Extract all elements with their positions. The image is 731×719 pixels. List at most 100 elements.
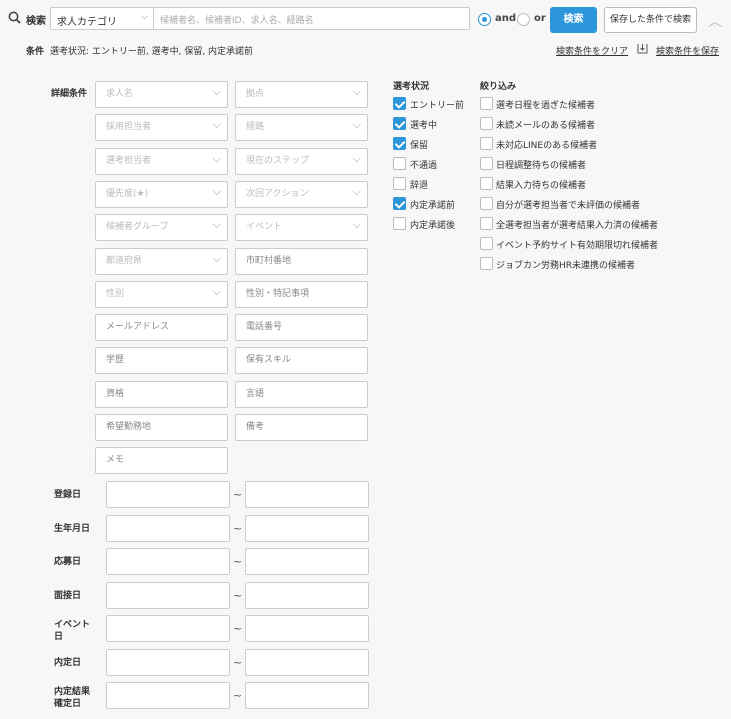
filter-checkbox[interactable] xyxy=(480,117,493,130)
field-input[interactable]: 希望勤務地 xyxy=(95,414,228,441)
date-range-label: 面接日 xyxy=(54,591,82,601)
filter-checkbox-label: 結果入力待ちの候補者 xyxy=(496,181,587,191)
filter-checkbox-label: 日程調整待ちの候補者 xyxy=(496,161,587,171)
filter-checkbox-label: 未対応LINEのある候補者 xyxy=(496,141,598,151)
field-input[interactable]: 資格 xyxy=(95,381,228,408)
range-tilde: ~ xyxy=(233,555,243,568)
date-range-label: 内定結果 確定日 xyxy=(54,687,91,709)
filter-checkbox[interactable] xyxy=(480,97,493,110)
filter-checkbox[interactable] xyxy=(480,157,493,170)
field-select[interactable]: 採用担当者 xyxy=(95,112,228,141)
field-input[interactable]: メモ xyxy=(95,447,228,474)
status-checkbox-label: 辞退 xyxy=(410,181,429,191)
date-range-label: 登録日 xyxy=(54,490,82,500)
status-checkbox[interactable] xyxy=(393,117,406,130)
or-radio[interactable] xyxy=(517,13,530,26)
filter-checkbox-label: 全選考担当者が選考結果入力済の候補者 xyxy=(496,221,659,231)
date-from-input[interactable] xyxy=(106,481,230,508)
filter-checkbox-label: ジョブカン労務HR未連携の候補者 xyxy=(496,261,636,271)
saved-search-button[interactable]: 保存した条件で検索 xyxy=(604,7,697,33)
status-checkbox-label: エントリー前 xyxy=(410,101,465,111)
date-from-input[interactable] xyxy=(106,682,230,709)
filter-checkbox-label: 選考日程を過ぎた候補者 xyxy=(496,101,596,111)
conditions-summary: 選考状況: エントリー前, 選考中, 保留, 内定承諾前 xyxy=(50,47,254,57)
field-select[interactable]: 性別 xyxy=(95,279,228,308)
status-checkbox[interactable] xyxy=(393,157,406,170)
field-select[interactable]: 求人名 xyxy=(95,79,228,108)
category-select[interactable]: 求人カテゴリ ⌵ xyxy=(50,7,154,30)
save-conditions-link[interactable]: 検索条件を保存 xyxy=(656,44,719,57)
date-to-input[interactable] xyxy=(245,682,369,709)
date-range-label: イベント 日 xyxy=(54,620,91,642)
range-tilde: ~ xyxy=(233,589,243,602)
status-checkbox-label: 内定承諾後 xyxy=(410,221,456,231)
field-input[interactable]: 電話番号 xyxy=(235,314,368,341)
keyword-search-input[interactable]: 候補者名、候補者ID、求人名、経路名 xyxy=(153,7,470,30)
field-select[interactable]: 拠点 xyxy=(235,79,368,108)
filter-checkbox[interactable] xyxy=(480,177,493,190)
date-from-input[interactable] xyxy=(106,515,230,542)
filter-title: 絞り込み xyxy=(480,82,517,92)
status-checkbox[interactable] xyxy=(393,217,406,230)
range-tilde: ~ xyxy=(233,622,243,635)
chevron-down-icon: ⌵ xyxy=(141,12,148,22)
status-checkbox[interactable] xyxy=(393,177,406,190)
range-tilde: ~ xyxy=(233,488,243,501)
filter-checkbox-label: 自分が選考担当者で未評価の候補者 xyxy=(496,201,641,211)
download-icon xyxy=(637,44,648,54)
field-input[interactable]: 学歴 xyxy=(95,347,228,374)
range-tilde: ~ xyxy=(233,522,243,535)
field-select[interactable]: 次回アクション xyxy=(235,179,368,208)
date-range-label: 生年月日 xyxy=(54,524,91,534)
field-input[interactable]: メールアドレス xyxy=(95,314,228,341)
date-from-input[interactable] xyxy=(106,615,230,642)
search-label: 検索 xyxy=(26,16,46,27)
date-range-label: 内定日 xyxy=(54,658,82,668)
field-input[interactable]: 性別・特記事項 xyxy=(235,281,368,308)
and-radio[interactable] xyxy=(478,13,491,26)
filter-checkbox[interactable] xyxy=(480,217,493,230)
date-from-input[interactable] xyxy=(106,649,230,676)
date-to-input[interactable] xyxy=(245,481,369,508)
search-button[interactable]: 検索 xyxy=(550,7,597,33)
and-label: and xyxy=(495,13,517,24)
date-to-input[interactable] xyxy=(245,649,369,676)
category-value: 求人カテゴリ xyxy=(57,17,117,28)
field-select[interactable]: 現在のステップ xyxy=(235,146,368,175)
status-title: 選考状況 xyxy=(393,82,430,92)
date-from-input[interactable] xyxy=(106,582,230,609)
date-range-label: 応募日 xyxy=(54,557,82,567)
range-tilde: ~ xyxy=(233,689,243,702)
field-select[interactable]: 都道府県 xyxy=(95,246,228,275)
filter-checkbox[interactable] xyxy=(480,257,493,270)
date-to-input[interactable] xyxy=(245,548,369,575)
status-checkbox-label: 不通過 xyxy=(410,161,438,171)
field-select[interactable]: 候補者グループ xyxy=(95,212,228,241)
field-select[interactable]: 経路 xyxy=(235,112,368,141)
search-icon xyxy=(8,11,21,24)
filter-checkbox[interactable] xyxy=(480,137,493,150)
range-tilde: ~ xyxy=(233,656,243,669)
date-from-input[interactable] xyxy=(106,548,230,575)
field-input[interactable]: 市町村番地 xyxy=(235,248,368,275)
chevron-up-icon[interactable]: ︿ xyxy=(708,11,722,31)
field-select[interactable]: イベント xyxy=(235,212,368,241)
conditions-label: 条件 xyxy=(26,47,45,57)
field-input[interactable]: 言語 xyxy=(235,381,368,408)
field-input[interactable]: 備考 xyxy=(235,414,368,441)
status-checkbox[interactable] xyxy=(393,137,406,150)
date-to-input[interactable] xyxy=(245,582,369,609)
field-select[interactable]: 優先度(★) xyxy=(95,179,228,208)
date-to-input[interactable] xyxy=(245,615,369,642)
status-checkbox[interactable] xyxy=(393,197,406,210)
date-to-input[interactable] xyxy=(245,515,369,542)
field-select[interactable]: 選考担当者 xyxy=(95,146,228,175)
filter-checkbox-label: イベント予約サイト有効期限切れ候補者 xyxy=(496,241,659,251)
status-checkbox-label: 選考中 xyxy=(410,121,438,131)
filter-checkbox[interactable] xyxy=(480,237,493,250)
status-checkbox[interactable] xyxy=(393,97,406,110)
field-input[interactable]: 保有スキル xyxy=(235,347,368,374)
filter-checkbox[interactable] xyxy=(480,197,493,210)
status-checkbox-label: 内定承諾前 xyxy=(410,201,456,211)
clear-conditions-link[interactable]: 検索条件をクリア xyxy=(556,44,628,57)
